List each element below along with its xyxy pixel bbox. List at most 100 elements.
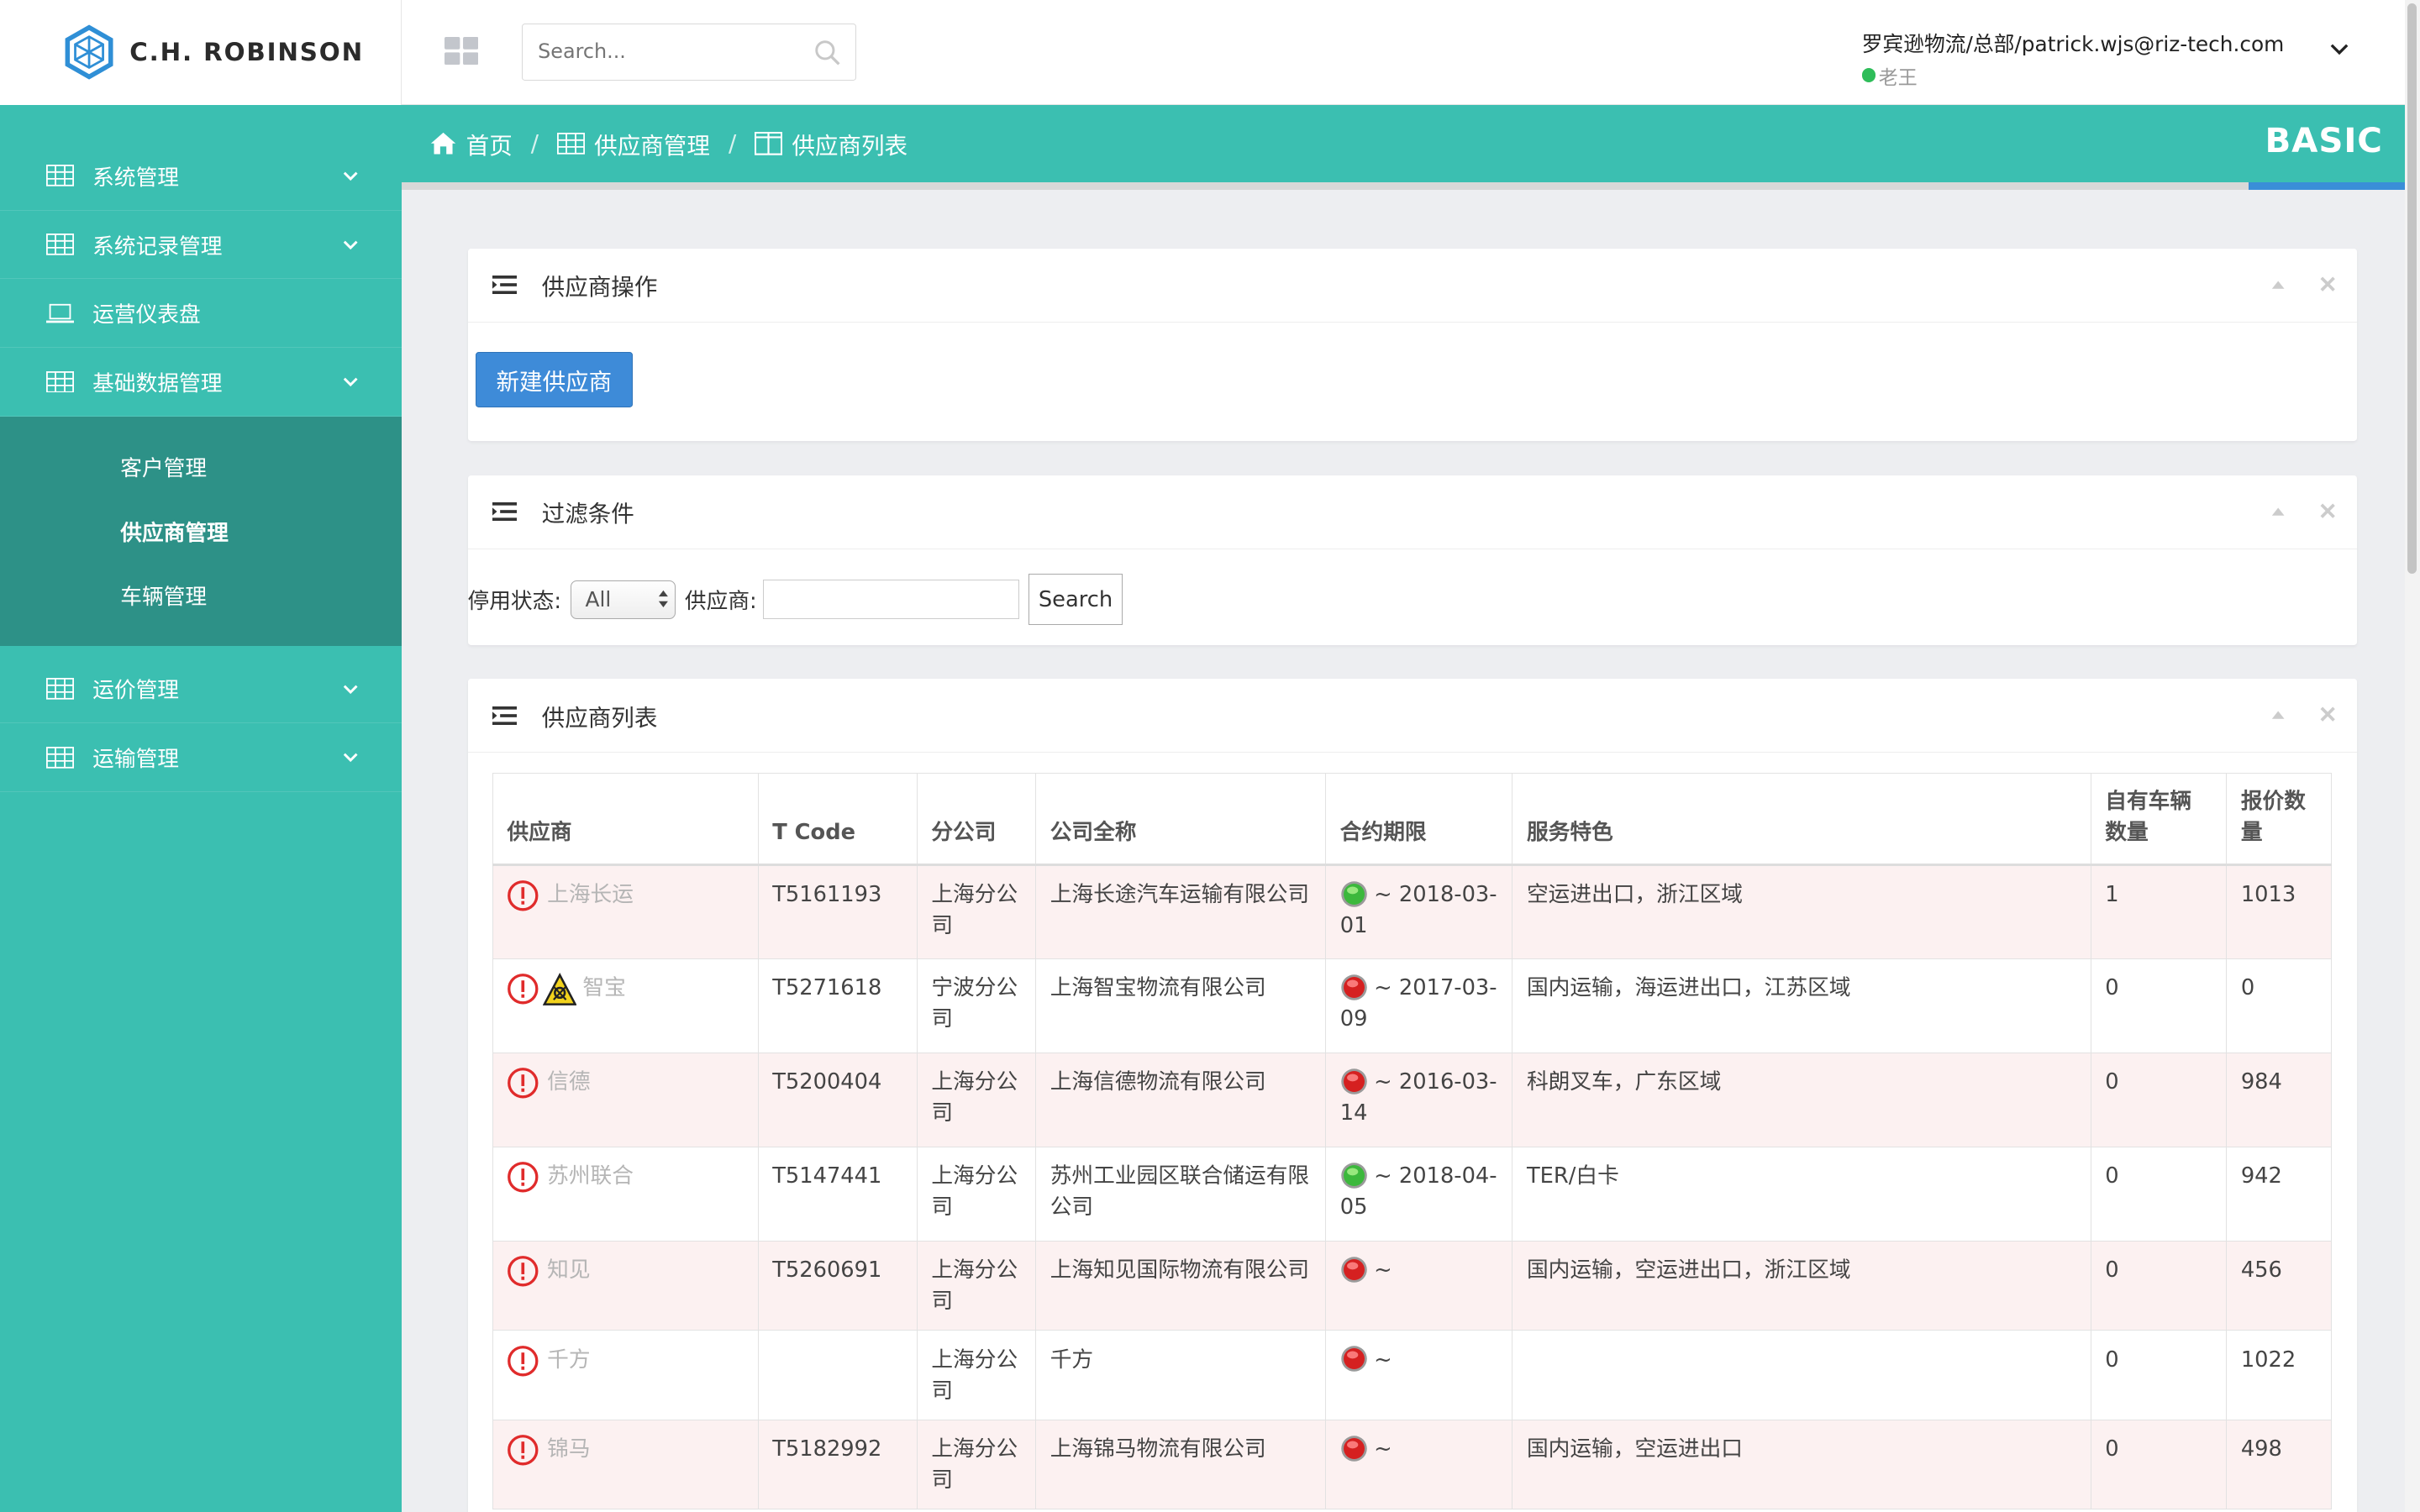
- collapse-icon[interactable]: [2270, 276, 2286, 291]
- sidebar-item-system-logs[interactable]: 系统记录管理: [0, 211, 402, 280]
- chevron-down-icon[interactable]: [2330, 43, 2349, 55]
- breadcrumb-supplier-list[interactable]: 供应商列表: [755, 127, 908, 160]
- status-select-value: All: [585, 587, 612, 612]
- quote-count-cell: 0: [2226, 958, 2333, 1053]
- tcode-cell: T5260691: [757, 1240, 918, 1331]
- column-header[interactable]: 服务特色: [1512, 773, 2091, 866]
- company-name-cell: 千方: [1035, 1330, 1327, 1420]
- edition-underline: [2249, 181, 2405, 190]
- page-scrollbar[interactable]: [2404, 0, 2420, 1512]
- column-header[interactable]: 报价数量: [2226, 773, 2333, 866]
- table-row[interactable]: 上海长运 T5161193 上海分公司 上海长途汽车运输有限公司 ~ 2018-03-0…: [492, 864, 2333, 959]
- apps-grid-icon[interactable]: [444, 37, 479, 66]
- table-row[interactable]: 千方 上海分公司 千方 ~0 1022: [492, 1330, 2333, 1420]
- sidebar-item-dashboard[interactable]: 运营仪表盘: [0, 279, 402, 349]
- sidebar-subitem-customers[interactable]: 客户管理: [0, 435, 402, 499]
- table-row[interactable]: 知见 T5260691 上海分公司 上海知见国际物流有限公司 ~ 国内运输，空运进出口，浙…: [492, 1240, 2333, 1331]
- service-cell: 国内运输，空运进出口，浙江区域: [1512, 1240, 2091, 1331]
- column-header[interactable]: 公司全称: [1035, 773, 1327, 866]
- tcode-cell: T5161193: [757, 864, 918, 959]
- sidebar-item-system[interactable]: 系统管理: [0, 142, 402, 211]
- table-icon: [46, 746, 75, 769]
- tcode-cell: T5182992: [757, 1419, 918, 1510]
- sidebar-item-freight-rates[interactable]: 运价管理: [0, 655, 402, 724]
- sidebar-item-master-data[interactable]: 基础数据管理: [0, 348, 402, 417]
- warning-icon: [508, 1345, 539, 1377]
- brand-logo[interactable]: C.H. ROBINSON: [0, 0, 402, 105]
- sidebar-subitem-suppliers[interactable]: 供应商管理: [0, 499, 402, 563]
- filter-panel: 过滤条件 停用状态: All 供应商: Search: [467, 475, 2357, 645]
- supplier-name-link[interactable]: 千方: [547, 1345, 590, 1376]
- sidebar-menu-bottom: 运价管理 运输管理: [0, 655, 402, 793]
- search-input[interactable]: [522, 24, 786, 78]
- table-row[interactable]: 锦马 T5182992 上海分公司 上海锦马物流有限公司 ~ 国内运输，空运进出口 0 498: [492, 1419, 2333, 1510]
- column-header[interactable]: T Code: [757, 773, 918, 866]
- tcode-cell: T5200404: [757, 1052, 918, 1147]
- column-header[interactable]: 分公司: [916, 773, 1037, 866]
- contract-term-cell: ~ 2018-03-01: [1325, 864, 1513, 959]
- table-row[interactable]: 智宝 T5271618 宁波分公司 上海智宝物流有限公司 ~ 2017-03-09 国内运…: [492, 958, 2333, 1053]
- sidebar-subitem-vehicles[interactable]: 车辆管理: [0, 563, 402, 627]
- search-button[interactable]: Search: [1028, 574, 1123, 625]
- breadcrumb-supplier-mgmt[interactable]: 供应商管理: [557, 127, 710, 160]
- quote-count-cell: 984: [2226, 1052, 2333, 1147]
- panel-title: 过滤条件: [541, 501, 634, 528]
- sidebar-item-label: 运输管理: [92, 747, 179, 773]
- contract-term-cell: ~: [1325, 1419, 1513, 1510]
- supplier-name-link[interactable]: 信德: [547, 1067, 590, 1098]
- sidebar-item-label: 基础数据管理: [92, 370, 223, 396]
- service-cell: 科朗叉车，广东区域: [1512, 1052, 2091, 1147]
- panel-header: 过滤条件: [467, 475, 2357, 549]
- supplier-name-link[interactable]: 智宝: [582, 973, 625, 1004]
- sidebar-item-label: 运价管理: [92, 678, 179, 704]
- supplier-filter-input[interactable]: [763, 579, 1019, 620]
- close-icon[interactable]: [2320, 503, 2335, 518]
- user-menu[interactable]: 罗宾逊物流/总部/patrick.wjs@riz-tech.com 老王: [1861, 28, 2284, 90]
- close-icon[interactable]: [2320, 706, 2335, 722]
- collapse-icon[interactable]: [2270, 503, 2286, 518]
- company-name-cell: 上海信德物流有限公司: [1035, 1052, 1327, 1147]
- warning-icon: [508, 1435, 539, 1466]
- status-select[interactable]: All: [571, 580, 676, 619]
- breadcrumb-home[interactable]: 首页: [429, 127, 513, 160]
- sidebar: C.H. ROBINSON 系统管理 系统记录管理 运营仪表盘 基础数据管理 客…: [0, 0, 402, 1512]
- sidebar-item-label: 系统记录管理: [92, 234, 223, 260]
- column-header[interactable]: 供应商: [492, 773, 759, 866]
- panel-tools: [2236, 706, 2335, 722]
- service-cell: 空运进出口，浙江区域: [1512, 864, 2091, 959]
- supplier-list-panel: 供应商列表 供应商 T Code 分公司 公司全称 合约期限 服务特色 自有车辆…: [467, 679, 2357, 1512]
- table-row[interactable]: 信德 T5200404 上海分公司 上海信德物流有限公司 ~ 2016-03-14 科朗叉…: [492, 1052, 2333, 1147]
- supplier-name-link[interactable]: 苏州联合: [547, 1161, 634, 1192]
- panel-tools: [2236, 276, 2335, 291]
- table-icon: [46, 234, 75, 255]
- table-row[interactable]: 苏州联合 T5147441 上海分公司 苏州工业园区联合储运有限公司 ~ 2018-04…: [492, 1146, 2333, 1242]
- new-supplier-button[interactable]: 新建供应商: [475, 351, 634, 407]
- service-cell: 国内运输，空运进出口: [1512, 1419, 2091, 1510]
- supplier-name-link[interactable]: 上海长运: [547, 879, 634, 911]
- status-filter-label: 停用状态:: [467, 589, 561, 615]
- supplier-name-link[interactable]: 知见: [547, 1255, 590, 1286]
- sidebar-item-transport[interactable]: 运输管理: [0, 723, 402, 793]
- user-nickname: 老王: [1878, 66, 1918, 89]
- supplier-cell: 千方: [492, 1330, 759, 1420]
- supplier-name-link[interactable]: 锦马: [547, 1434, 590, 1465]
- list-icon: [492, 276, 518, 295]
- sidebar-submenu: 客户管理 供应商管理 车辆管理: [0, 416, 402, 646]
- sidebar-item-label: 系统管理: [92, 165, 179, 191]
- red-status-light-icon: [1341, 1435, 1367, 1462]
- company-name-cell: 苏州工业园区联合储运有限公司: [1035, 1146, 1327, 1242]
- scrollbar-thumb[interactable]: [2407, 3, 2417, 575]
- laptop-icon: [46, 303, 75, 323]
- sidebar-menu: 系统管理 系统记录管理 运营仪表盘 基础数据管理: [0, 142, 402, 417]
- supplier-cell: 苏州联合: [492, 1146, 759, 1242]
- panel-tools: [2236, 503, 2335, 518]
- service-cell: [1512, 1330, 2091, 1420]
- select-arrows-icon: [658, 590, 668, 607]
- contract-term-text: ~: [1374, 1436, 1392, 1462]
- service-cell: 国内运输，海运进出口，江苏区域: [1512, 958, 2091, 1053]
- collapse-icon[interactable]: [2270, 706, 2286, 722]
- column-header[interactable]: 合约期限: [1325, 773, 1513, 866]
- column-header[interactable]: 自有车辆数量: [2090, 773, 2228, 866]
- search-icon[interactable]: [814, 39, 840, 66]
- close-icon[interactable]: [2320, 276, 2335, 291]
